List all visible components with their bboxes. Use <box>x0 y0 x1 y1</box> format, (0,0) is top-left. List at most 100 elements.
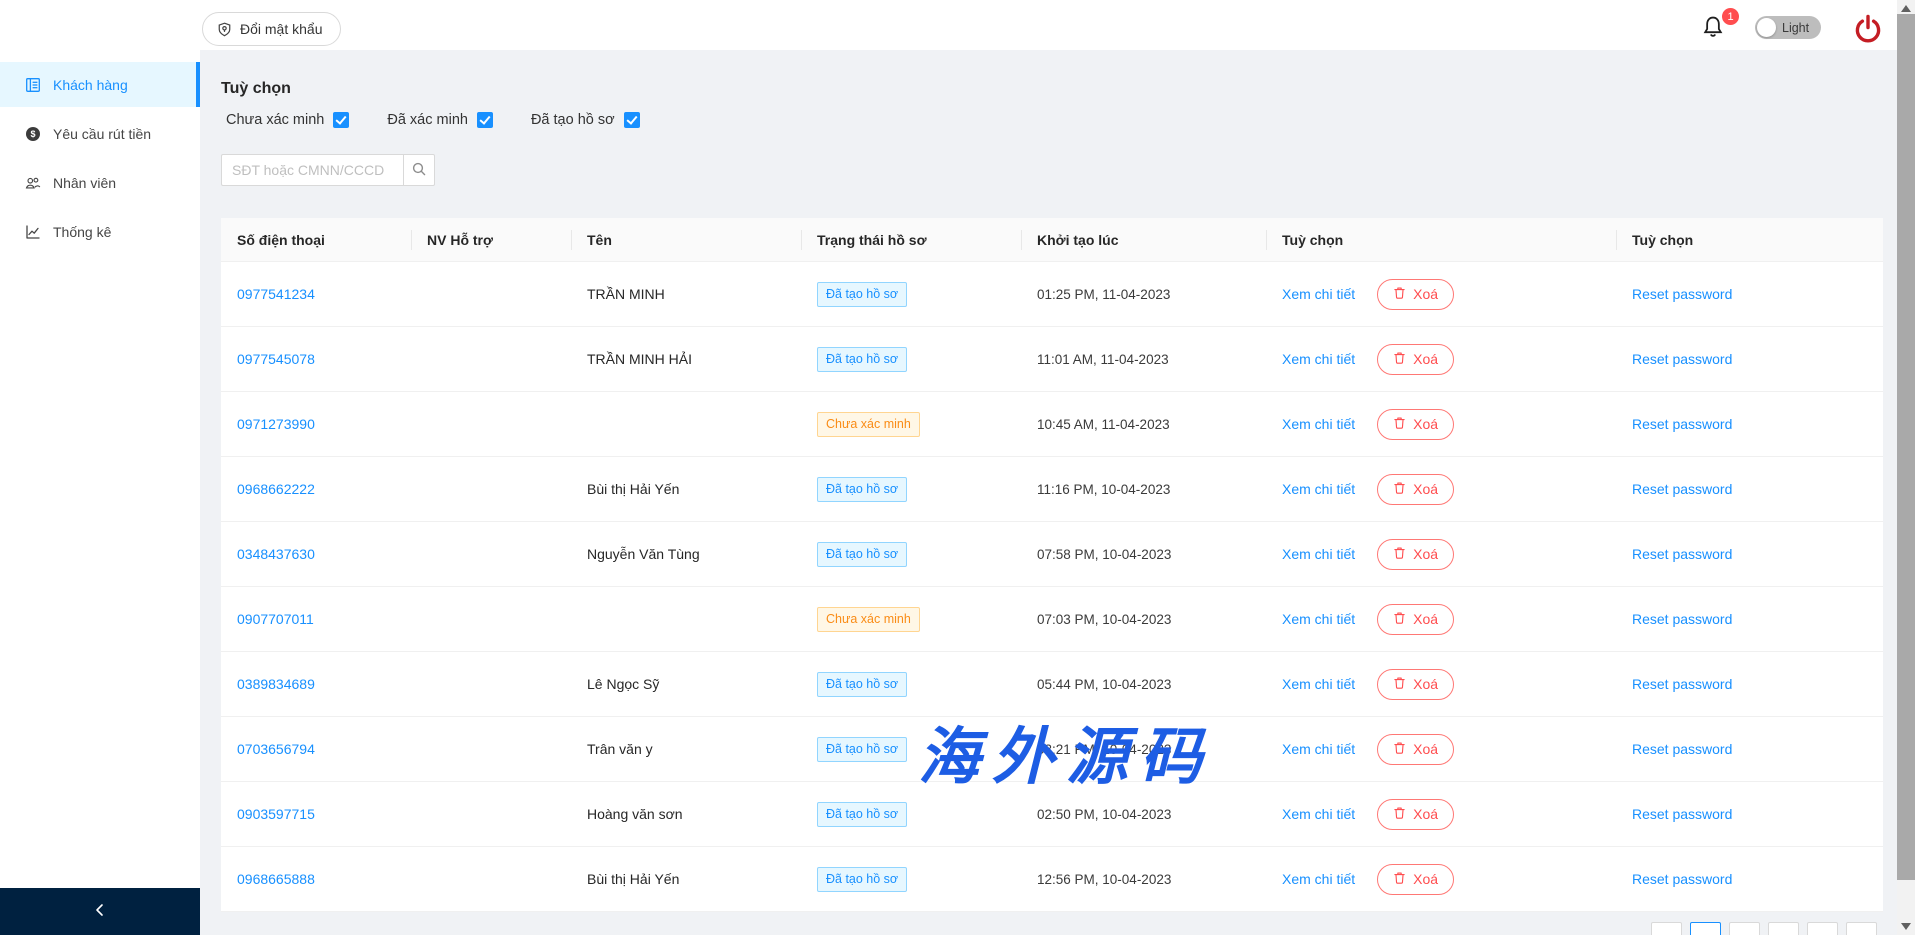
delete-button[interactable]: Xoá <box>1377 798 1455 830</box>
filter-checkbox-1[interactable]: Chưa xác minh <box>226 112 350 128</box>
name-cell: Trân văn y <box>587 741 653 757</box>
notification-badge: 1 <box>1721 7 1740 26</box>
theme-toggle[interactable]: Light <box>1755 16 1821 39</box>
reset-password-link[interactable]: Reset password <box>1632 286 1732 302</box>
pagination-page-4[interactable] <box>1768 922 1799 935</box>
name-cell: TRẦN MINH HẢI <box>587 351 692 367</box>
delete-button[interactable]: Xoá <box>1377 603 1455 635</box>
phone-link[interactable]: 0968665888 <box>237 871 315 887</box>
column-header-2: NV Hỗ trợ <box>411 218 571 262</box>
page-scrollbar[interactable] <box>1897 0 1915 935</box>
sidebar-item-1[interactable]: Khách hàng <box>0 62 200 107</box>
pagination-page-3[interactable] <box>1729 922 1760 935</box>
phone-link[interactable]: 0977545078 <box>237 351 315 367</box>
search-button[interactable] <box>403 154 435 186</box>
reset-password-link[interactable]: Reset password <box>1632 741 1732 757</box>
phone-link[interactable]: 0703656794 <box>237 741 315 757</box>
phone-link[interactable]: 0968662222 <box>237 481 315 497</box>
delete-button[interactable]: Xoá <box>1377 668 1455 700</box>
status-badge: Đã tạo hồ sơ <box>817 476 908 502</box>
phone-link[interactable]: 0971273990 <box>237 416 315 432</box>
reset-password-link[interactable]: Reset password <box>1632 416 1732 432</box>
notifications-button[interactable]: 1 <box>1700 7 1740 44</box>
filter-checkbox-3[interactable]: Đã tạo hồ sơ <box>531 112 640 128</box>
scroll-up-icon[interactable] <box>1901 5 1911 12</box>
checkbox-checked-icon[interactable] <box>333 112 350 128</box>
pagination-page-5[interactable] <box>1807 922 1838 935</box>
reset-password-link[interactable]: Reset password <box>1632 871 1732 887</box>
phone-link[interactable]: 0348437630 <box>237 546 315 562</box>
reset-password-link[interactable]: Reset password <box>1632 546 1732 562</box>
delete-label: Xoá <box>1413 676 1439 692</box>
view-details-link[interactable]: Xem chi tiết <box>1282 481 1355 497</box>
trash-icon <box>1393 481 1406 498</box>
delete-label: Xoá <box>1413 286 1439 302</box>
status-badge: Đã tạo hồ sơ <box>817 346 908 372</box>
trash-icon <box>1393 611 1406 628</box>
reset-password-link[interactable]: Reset password <box>1632 481 1732 497</box>
sidebar-item-label: Khách hàng <box>53 76 128 93</box>
scroll-down-icon[interactable] <box>1901 923 1911 930</box>
pagination-page-2[interactable] <box>1690 922 1721 935</box>
view-details-link[interactable]: Xem chi tiết <box>1282 611 1355 627</box>
status-badge: Đã tạo hồ sơ <box>817 541 908 567</box>
change-password-button[interactable]: Đổi mật khẩu <box>202 12 342 46</box>
delete-button[interactable]: Xoá <box>1377 538 1455 570</box>
filter-checkbox-2[interactable]: Đã xác minh <box>387 112 493 128</box>
view-details-link[interactable]: Xem chi tiết <box>1282 871 1355 887</box>
delete-button[interactable]: Xoá <box>1377 473 1455 505</box>
trash-icon <box>1393 351 1406 368</box>
trash-icon <box>1393 286 1406 303</box>
sidebar-item-label: Yêu cầu rút tiền <box>53 125 152 142</box>
created-at-cell: 05:44 PM, 10-04-2023 <box>1037 676 1172 692</box>
delete-button[interactable]: Xoá <box>1377 733 1455 765</box>
dollar-circle-icon: $ <box>25 126 41 142</box>
reset-password-link[interactable]: Reset password <box>1632 806 1732 822</box>
sidebar-item-4[interactable]: Thống kê <box>0 209 200 254</box>
view-details-link[interactable]: Xem chi tiết <box>1282 806 1355 822</box>
sidebar-collapse-button[interactable] <box>0 888 200 935</box>
top-header-bar: Đổi mật khẩu 1 Light <box>0 0 1897 50</box>
reset-password-link[interactable]: Reset password <box>1632 351 1732 367</box>
trash-icon <box>1393 806 1406 823</box>
phone-link[interactable]: 0389834689 <box>237 676 315 692</box>
phone-link[interactable]: 0903597715 <box>237 806 315 822</box>
delete-label: Xoá <box>1413 871 1439 887</box>
sidebar-item-3[interactable]: Nhân viên <box>0 160 200 205</box>
view-details-link[interactable]: Xem chi tiết <box>1282 416 1355 432</box>
created-at-cell: 01:25 PM, 11-04-2023 <box>1037 286 1171 302</box>
delete-label: Xoá <box>1413 611 1439 627</box>
reset-password-link[interactable]: Reset password <box>1632 611 1732 627</box>
delete-button[interactable]: Xoá <box>1377 278 1455 310</box>
delete-button[interactable]: Xoá <box>1377 863 1455 895</box>
phone-link[interactable]: 0907707011 <box>237 611 314 627</box>
team-icon <box>25 175 41 191</box>
name-cell: Bùi thị Hải Yến <box>587 871 680 887</box>
phone-link[interactable]: 0977541234 <box>237 286 315 302</box>
trash-icon <box>1393 741 1406 758</box>
sidebar-item-2[interactable]: $ Yêu cầu rút tiền <box>0 111 200 156</box>
customers-table: Số điện thoại NV Hỗ trợ Tên Trạng thái hồ s… <box>221 218 1883 912</box>
view-details-link[interactable]: Xem chi tiết <box>1282 741 1355 757</box>
search-input[interactable] <box>221 154 403 186</box>
table-row: 0389834689 Lê Ngọc Sỹ Đã tạo hồ sơ 05:44… <box>221 652 1883 717</box>
pagination-page-6[interactable] <box>1846 922 1877 935</box>
sidebar-item-label: Thống kê <box>53 223 112 240</box>
logout-power-button[interactable] <box>1852 13 1884 45</box>
table-row: 0903597715 Hoàng văn sơn Đã tạo hồ sơ 02… <box>221 782 1883 847</box>
view-details-link[interactable]: Xem chi tiết <box>1282 546 1355 562</box>
view-details-link[interactable]: Xem chi tiết <box>1282 676 1355 692</box>
delete-label: Xoá <box>1413 741 1439 757</box>
view-details-link[interactable]: Xem chi tiết <box>1282 286 1355 302</box>
reset-password-link[interactable]: Reset password <box>1632 676 1732 692</box>
column-header-5: Khởi tạo lúc <box>1021 218 1266 262</box>
checkbox-checked-icon[interactable] <box>476 112 493 128</box>
created-at-cell: 11:16 PM, 10-04-2023 <box>1037 481 1171 497</box>
scrollbar-thumb[interactable] <box>1897 14 1915 880</box>
pagination-page-1[interactable] <box>1651 922 1682 935</box>
view-details-link[interactable]: Xem chi tiết <box>1282 351 1355 367</box>
svg-text:$: $ <box>30 129 35 139</box>
checkbox-checked-icon[interactable] <box>623 112 640 128</box>
delete-button[interactable]: Xoá <box>1377 343 1455 375</box>
delete-button[interactable]: Xoá <box>1377 408 1455 440</box>
